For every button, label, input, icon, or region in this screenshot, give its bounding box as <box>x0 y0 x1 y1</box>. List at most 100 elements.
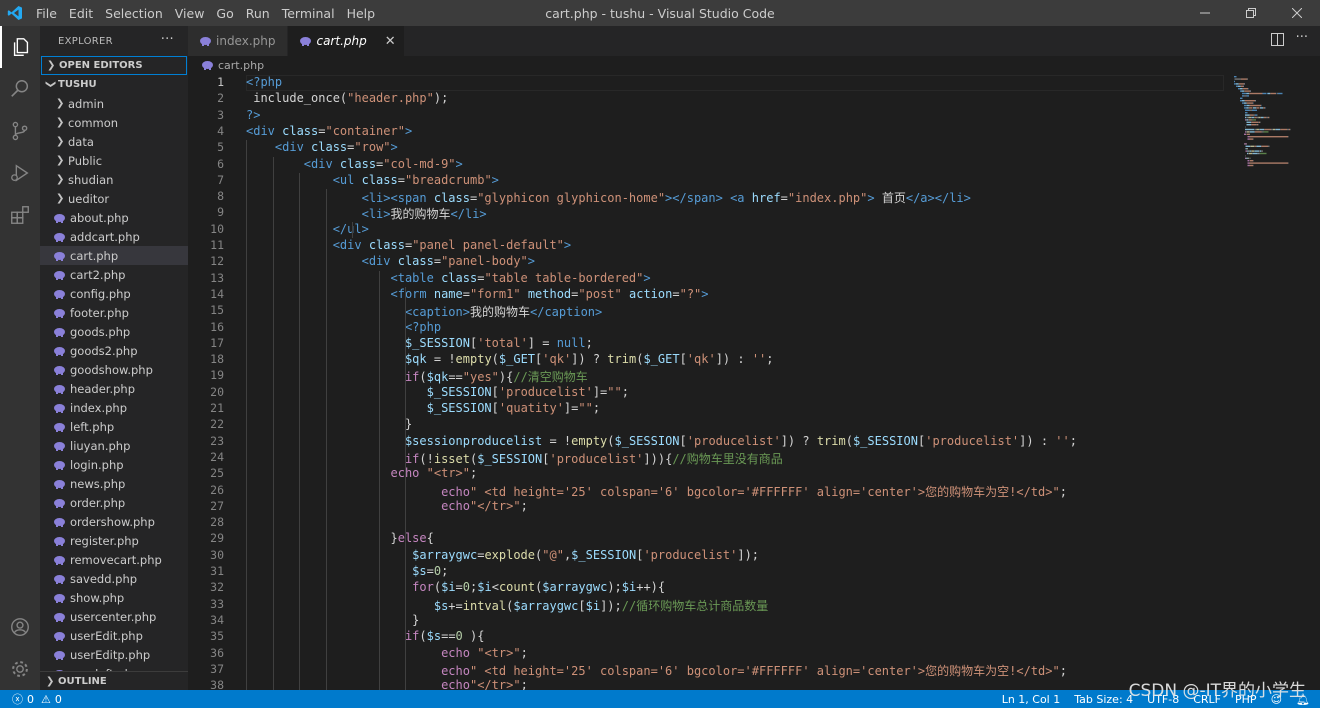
file-show-php[interactable]: show.php <box>40 588 188 607</box>
menu-help[interactable]: Help <box>341 6 382 21</box>
folder-data[interactable]: ❯ data <box>40 132 188 151</box>
file-savedd-php[interactable]: savedd.php <box>40 569 188 588</box>
split-editor-icon[interactable] <box>1270 33 1284 50</box>
minimap-line <box>1248 157 1249 159</box>
file-about-php[interactable]: about.php <box>40 208 188 227</box>
more-actions-icon[interactable]: ··· <box>161 32 174 47</box>
file-cart-php[interactable]: cart.php <box>40 246 188 265</box>
menu-run[interactable]: Run <box>240 6 276 21</box>
more-actions-icon[interactable]: ··· <box>1296 30 1308 50</box>
file-label: userEdit.php <box>70 628 143 643</box>
source-control-icon[interactable] <box>0 110 40 152</box>
minimap-line <box>1247 116 1249 119</box>
vertical-scrollbar[interactable] <box>1310 74 1320 690</box>
folder-label: data <box>68 134 94 149</box>
outline-section[interactable]: ❯ OUTLINE <box>40 671 188 690</box>
minimap-line <box>1243 88 1248 90</box>
file-removecart-php[interactable]: removecart.php <box>40 550 188 569</box>
open-editors-section[interactable]: ❯ OPEN EDITORS <box>41 56 187 75</box>
line-number: 35 <box>210 629 224 644</box>
minimap-line <box>1277 92 1278 95</box>
editor-tabs: index.php cart.php ✕ ··· <box>188 26 1320 56</box>
file-usereditp-php[interactable]: userEditp.php <box>40 645 188 664</box>
minimap-line <box>1240 85 1241 87</box>
menu-edit[interactable]: Edit <box>63 6 99 21</box>
minimap-line <box>1253 164 1254 167</box>
minimap-line <box>1248 116 1251 119</box>
menu-go[interactable]: Go <box>210 6 239 21</box>
file-useredit-php[interactable]: userEdit.php <box>40 626 188 645</box>
file-goods2-php[interactable]: goods2.php <box>40 341 188 360</box>
minimap-line <box>1256 145 1261 147</box>
explorer-icon[interactable] <box>0 26 40 68</box>
accounts-icon[interactable] <box>0 606 40 648</box>
close-window-icon[interactable] <box>1274 0 1320 26</box>
file-left-php[interactable]: left.php <box>40 417 188 436</box>
minimap-line <box>1290 128 1291 131</box>
line-number: 22 <box>210 417 224 432</box>
file-header-php[interactable]: header.php <box>40 379 188 398</box>
file-goodshow-php[interactable]: goodshow.php <box>40 360 188 379</box>
extensions-icon[interactable] <box>0 194 40 236</box>
minimap-line <box>1255 128 1257 131</box>
menu-file[interactable]: File <box>30 6 63 21</box>
minimap-line <box>1241 90 1244 92</box>
file-cart2-php[interactable]: cart2.php <box>40 265 188 284</box>
watermark: CSDN @-IT界的小学生 <box>1128 681 1306 701</box>
breadcrumb-file[interactable]: cart.php <box>218 59 264 72</box>
code-line: <li><span class="glyphicon glyphicon-hom… <box>361 191 971 206</box>
minimap-line <box>1246 119 1248 121</box>
php-file-icon <box>54 460 65 470</box>
restore-icon[interactable] <box>1228 0 1274 26</box>
minimap[interactable] <box>1232 74 1308 690</box>
search-icon[interactable] <box>0 68 40 110</box>
run-debug-icon[interactable] <box>0 152 40 194</box>
folder-common[interactable]: ❯ common <box>40 113 188 132</box>
minimap-line <box>1258 116 1261 119</box>
code-line: echo"</tr>"; <box>441 498 528 513</box>
file-ordershow-php[interactable]: ordershow.php <box>40 512 188 531</box>
tab-index-php[interactable]: index.php <box>188 26 289 56</box>
code-line: <div class="col-md-9"> <box>303 156 463 171</box>
minimap-line <box>1245 119 1246 121</box>
minimap-line <box>1240 100 1242 102</box>
file-register-php[interactable]: register.php <box>40 531 188 550</box>
tab-cart-php[interactable]: cart.php ✕ <box>288 26 405 56</box>
code-line: $s=0; <box>412 564 449 578</box>
minimap-line <box>1244 102 1247 104</box>
folder-ueditor[interactable]: ❯ ueditor <box>40 189 188 208</box>
folder-public[interactable]: ❯ Public <box>40 151 188 170</box>
problems-indicator[interactable]: ⓧ 0 ⚠ 0 <box>0 691 62 707</box>
minimap-line <box>1244 90 1245 92</box>
file-login-php[interactable]: login.php <box>40 455 188 474</box>
folder-admin[interactable]: ❯ admin <box>40 94 188 113</box>
file-usercenter-php[interactable]: usercenter.php <box>40 607 188 626</box>
project-section[interactable]: ❯ TUSHU <box>40 75 188 94</box>
file-footer-php[interactable]: footer.php <box>40 303 188 322</box>
file-goods-php[interactable]: goods.php <box>40 322 188 341</box>
menu-view[interactable]: View <box>169 6 211 21</box>
file-liuyan-php[interactable]: liuyan.php <box>40 436 188 455</box>
folder-label: common <box>68 115 119 130</box>
indent-guide <box>246 140 247 690</box>
close-icon[interactable]: ✕ <box>385 34 396 49</box>
file-addcart-php[interactable]: addcart.php <box>40 227 188 246</box>
file-order-php[interactable]: order.php <box>40 493 188 512</box>
code-editor[interactable]: 1 <?php 2 include_once("header.php"); 3 ?> 4 <… <box>188 74 1320 690</box>
tab-size[interactable]: Tab Size: 4 <box>1074 693 1133 706</box>
vscode-logo-icon <box>0 0 30 26</box>
manage-gear-icon[interactable] <box>0 648 40 690</box>
menu-terminal[interactable]: Terminal <box>276 6 341 21</box>
file-config-php[interactable]: config.php <box>40 284 188 303</box>
folder-shudian[interactable]: ❯ shudian <box>40 170 188 189</box>
file-label: header.php <box>70 381 136 396</box>
cursor-position[interactable]: Ln 1, Col 1 <box>1002 693 1061 706</box>
menu-selection[interactable]: Selection <box>99 6 169 21</box>
file-index-php[interactable]: index.php <box>40 398 188 417</box>
minimap-line <box>1247 152 1248 155</box>
php-file-icon <box>54 346 65 356</box>
file-news-php[interactable]: news.php <box>40 474 188 493</box>
code-line: if($qk=="yes"){//清空购物车 <box>404 370 588 385</box>
line-number: 7 <box>217 172 224 187</box>
minimize-icon[interactable] <box>1182 0 1228 26</box>
